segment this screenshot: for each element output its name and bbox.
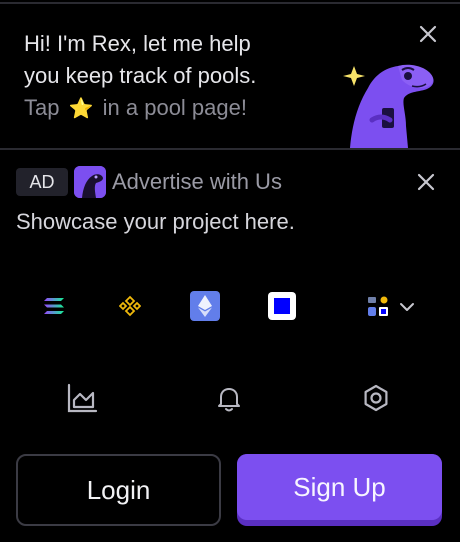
star-icon: ⭐ — [68, 98, 94, 120]
chain-base[interactable] — [268, 292, 296, 320]
more-chains-icon — [368, 296, 388, 316]
ad-title[interactable]: Advertise with Us — [112, 168, 282, 196]
rex-mascot-icon — [343, 64, 434, 148]
chevron-down-icon[interactable] — [398, 298, 416, 316]
section-divider — [0, 148, 460, 150]
ethereum-icon — [198, 295, 212, 317]
ad-subtitle: Showcase your project here. — [16, 209, 295, 234]
close-icon[interactable] — [416, 22, 440, 46]
rex-line-2: you keep track of pools. — [24, 63, 257, 88]
bnb-chain-icon — [119, 295, 141, 317]
ad-badge: AD — [16, 168, 68, 196]
rex-line-3: Tap ⭐ in a pool page! — [24, 92, 256, 125]
ad-close-icon[interactable] — [414, 170, 438, 194]
chain-more[interactable] — [362, 290, 394, 322]
base-icon — [274, 298, 290, 314]
solana-icon — [44, 298, 64, 314]
bell-icon[interactable] — [213, 382, 245, 414]
rex-message: Hi! I'm Rex, let me help you keep track … — [24, 28, 256, 125]
rex-avatar-icon — [74, 166, 106, 198]
chain-solana[interactable] — [38, 290, 70, 322]
chain-bnb[interactable] — [114, 290, 146, 322]
chart-icon[interactable] — [66, 382, 98, 414]
rex-line-1: Hi! I'm Rex, let me help — [24, 31, 251, 56]
rex-pool-text: in a pool page! — [102, 95, 247, 120]
advertiser-avatar — [74, 166, 106, 198]
settings-icon[interactable] — [360, 382, 392, 414]
signup-button[interactable]: Sign Up — [237, 454, 442, 520]
login-button[interactable]: Login — [16, 454, 221, 526]
rex-tap-text: Tap — [24, 95, 60, 120]
chain-ethereum[interactable] — [190, 291, 220, 321]
